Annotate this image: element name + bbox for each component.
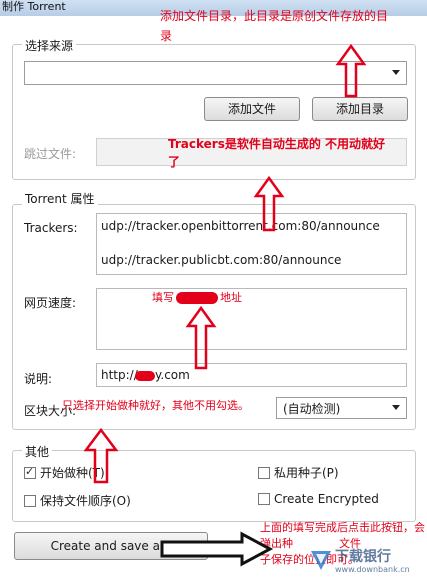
chevron-down-icon[interactable]	[392, 70, 400, 75]
checkbox-checked-icon[interactable]	[24, 465, 36, 479]
annotation-start-seeding: 只选择开始做种就好，其他不用勾选。	[62, 399, 249, 412]
trackers-label: Trackers:	[24, 221, 78, 235]
watermark-url: www.downbank.cn	[335, 565, 410, 574]
create-encrypted-checkbox[interactable]: Create Encrypted	[258, 492, 379, 506]
annotation-add-directory: 添加文件目录，此目录是原创文件存放的目 录	[160, 6, 422, 46]
checkbox-icon[interactable]	[258, 466, 270, 479]
watermark-brand: 下载银行	[335, 549, 391, 565]
logo-icon	[311, 551, 331, 570]
preserve-order-checkbox[interactable]: 保持文件顺序(O)	[24, 492, 131, 509]
watermark-logo: 下载银行 www.downbank.cn	[307, 544, 425, 578]
annotation-line: 上面的填写完成后点击此按钮，会	[260, 521, 425, 534]
tracker-line: udp://tracker.publicbt.com:80/announce	[101, 253, 342, 267]
comment-label: 说明:	[24, 372, 53, 386]
right-arrow-icon	[160, 531, 274, 567]
web-seed-label: 网页速度:	[24, 296, 77, 310]
private-torrent-checkbox[interactable]: 私用种子(P)	[258, 464, 339, 481]
preserve-order-label: 保持文件顺序(O)	[40, 494, 131, 508]
comment-value: http://	[101, 368, 138, 382]
annotation-prefix: 填写	[152, 291, 174, 304]
annotation-web-seed: 填写 地址	[152, 290, 242, 306]
skip-files-label: 跳过文件:	[24, 147, 77, 161]
add-file-button[interactable]: 添加文件	[204, 97, 300, 121]
up-arrow-icon	[83, 427, 119, 484]
other-group-legend: 其他	[22, 443, 53, 460]
chevron-down-icon[interactable]	[392, 405, 400, 410]
annotation-suffix: 地址	[220, 291, 242, 304]
redaction-mark	[176, 292, 218, 304]
comment-value-suffix: y.com	[155, 368, 190, 382]
tracker-line: udp://tracker.openbittorrent.com:80/anno…	[101, 219, 380, 233]
checkbox-icon[interactable]	[258, 493, 270, 505]
web-seed-textarea[interactable]	[96, 288, 407, 350]
piece-size-value: (自动检测)	[283, 402, 341, 416]
annotation-trackers: Trackers是软件自动生成的 不用动就好 了	[168, 134, 424, 172]
private-torrent-label: 私用种子(P)	[274, 466, 339, 480]
other-group	[12, 450, 416, 522]
properties-group-legend: Torrent 属性	[22, 190, 98, 207]
up-arrow-icon	[335, 43, 367, 98]
source-group-legend: 选择来源	[22, 37, 77, 54]
checkbox-icon[interactable]	[24, 494, 36, 507]
redaction-mark	[135, 371, 155, 381]
annotation-line: 添加文件目录，此目录是原创文件存放的目	[160, 9, 389, 23]
up-arrow-icon	[253, 175, 285, 232]
add-directory-button[interactable]: 添加目录	[312, 97, 408, 121]
annotation-line: 录	[160, 29, 173, 43]
piece-size-combo[interactable]: (自动检测)	[276, 397, 407, 419]
trackers-textarea[interactable]: udp://tracker.openbittorrent.com:80/anno…	[96, 213, 407, 275]
create-encrypted-label: Create Encrypted	[274, 492, 379, 506]
comment-field[interactable]: http:// y.com	[96, 363, 407, 387]
annotation-line: 了	[168, 155, 181, 169]
annotation-line: Trackers是软件自动生成的 不用动就好	[168, 137, 386, 151]
up-arrow-icon	[185, 305, 217, 370]
